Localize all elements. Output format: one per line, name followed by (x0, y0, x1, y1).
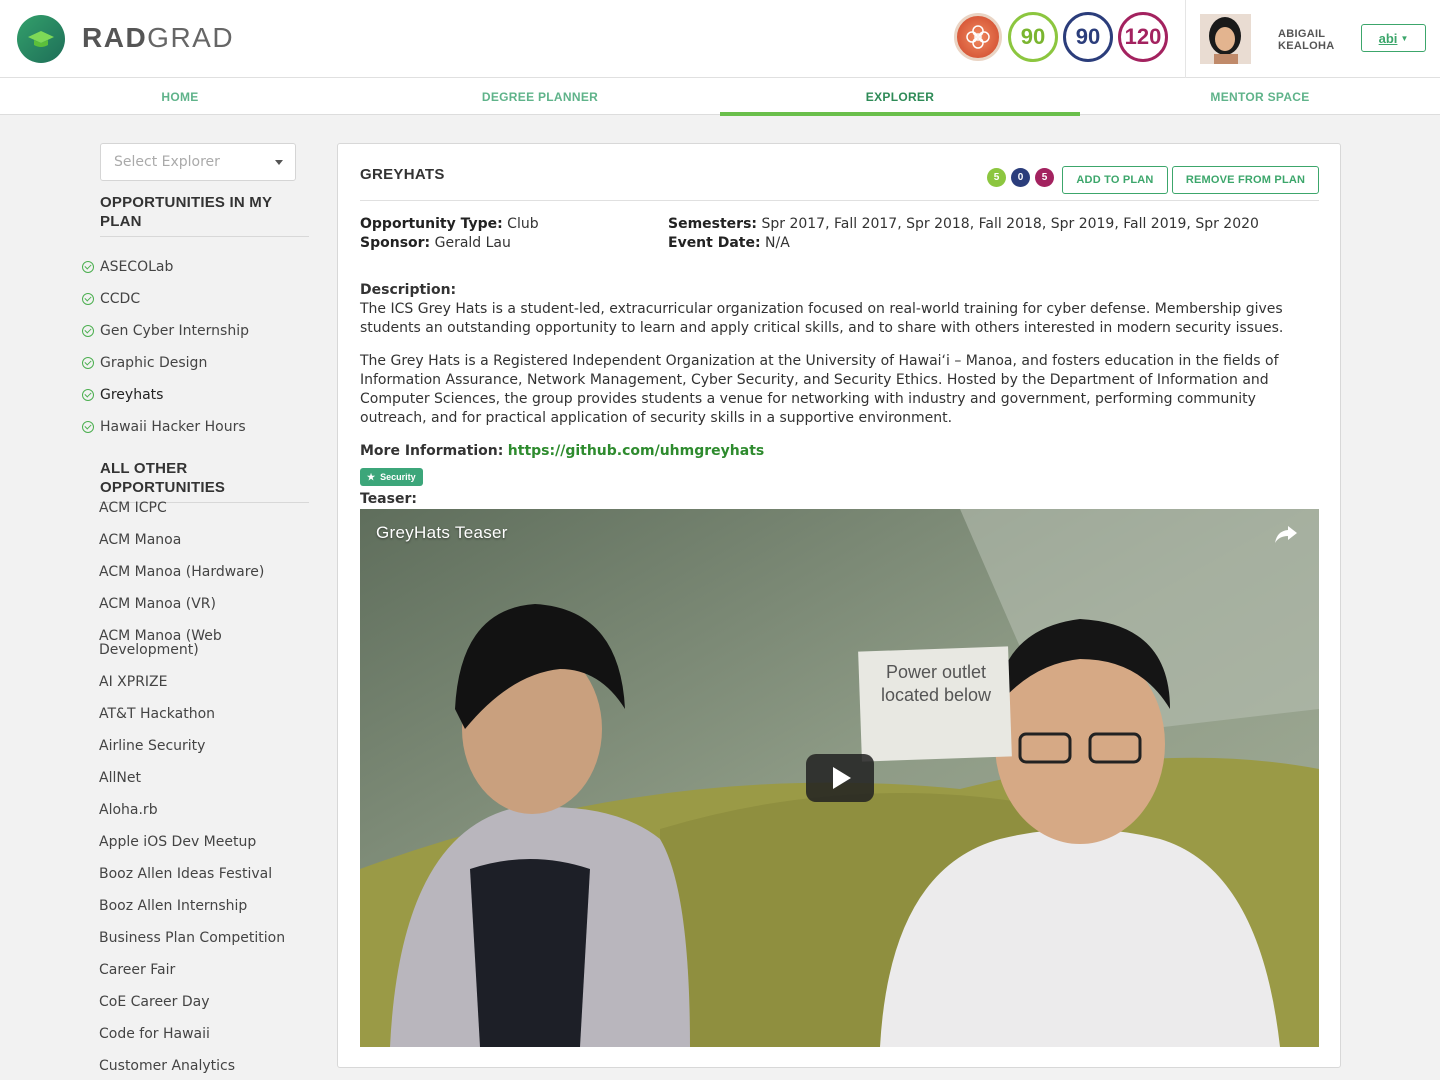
other-item[interactable]: Career Fair (99, 960, 309, 992)
star-icon: ★ (367, 471, 376, 482)
sponsor: Sponsor: Gerald Lau (360, 235, 511, 251)
description-label: Description: (360, 282, 457, 298)
innovation-score[interactable]: 90 (1008, 12, 1058, 62)
competency-score[interactable]: 90 (1063, 12, 1113, 62)
other-item[interactable]: AT&T Hackathon (99, 704, 309, 736)
plan-heading: OPPORTUNITIES IN MY PLAN (100, 193, 309, 237)
remove-from-plan-button[interactable]: REMOVE FROM PLAN (1172, 166, 1319, 194)
other-item[interactable]: Apple iOS Dev Meetup (99, 832, 309, 864)
plan-item[interactable]: CCDC (82, 283, 249, 315)
plan-item-current[interactable]: Greyhats (82, 379, 249, 411)
other-item[interactable]: Aloha.rb (99, 800, 309, 832)
teaser-video[interactable]: Power outlet located below GreyHats Tease… (360, 509, 1319, 1047)
more-information: More Information: https://github.com/uhm… (360, 443, 765, 459)
opportunity-panel: GREYHATS 5 0 5 ADD TO PLAN REMOVE FROM P… (337, 143, 1341, 1068)
avatar[interactable] (1200, 14, 1251, 64)
video-title[interactable]: GreyHats Teaser (376, 523, 508, 543)
header-divider (1185, 0, 1186, 78)
other-item[interactable]: ACM Manoa (VR) (99, 594, 309, 626)
other-item[interactable]: ACM Manoa (Hardware) (99, 562, 309, 594)
user-name: ABIGAIL KEALOHA (1278, 28, 1335, 52)
description-paragraph: The ICS Grey Hats is a student-led, extr… (360, 301, 1284, 336)
other-item[interactable]: Booz Allen Ideas Festival (99, 864, 309, 896)
share-icon[interactable] (1273, 521, 1299, 547)
caret-down-icon (275, 160, 283, 165)
play-button-icon[interactable] (806, 754, 874, 802)
other-item[interactable]: Booz Allen Internship (99, 896, 309, 928)
nav-degree-planner[interactable]: DEGREE PLANNER (360, 78, 720, 115)
power-outlet-sign-text: Power outlet located below (880, 662, 992, 705)
main-nav: HOME DEGREE PLANNER EXPLORER MENTOR SPAC… (0, 78, 1440, 116)
semesters: Semesters: Spr 2017, Fall 2017, Spr 2018… (668, 216, 1259, 232)
other-item[interactable]: Airline Security (99, 736, 309, 768)
app-header: RADGRAD 90 90 120 ABIGAIL KEALOHA abi ▼ (0, 0, 1440, 78)
divider (360, 200, 1319, 201)
other-item[interactable]: ACM Manoa (99, 530, 309, 562)
nav-home[interactable]: HOME (0, 78, 360, 115)
experience-points-badge: 5 (1035, 168, 1054, 187)
other-item[interactable]: ACM Manoa (Web Development) (99, 626, 309, 672)
explorer-select[interactable]: Select Explorer (100, 143, 296, 181)
plan-item[interactable]: Gen Cyber Internship (82, 315, 249, 347)
nav-explorer[interactable]: EXPLORER (720, 78, 1080, 116)
other-item[interactable]: ACM ICPC (99, 498, 309, 530)
more-info-link[interactable]: https://github.com/uhmgreyhats (508, 443, 764, 459)
interest-tag[interactable]: ★ Security (360, 468, 423, 486)
plan-list: ASECOLab CCDC Gen Cyber Internship Graph… (82, 251, 249, 443)
opportunity-title: GREYHATS (360, 166, 445, 183)
innovation-points-badge: 5 (987, 168, 1006, 187)
brand-name[interactable]: RADGRAD (82, 22, 234, 54)
check-circle-icon (82, 293, 94, 305)
other-item[interactable]: Business Plan Competition (99, 928, 309, 960)
other-item[interactable]: AllNet (99, 768, 309, 800)
description-paragraph: The Grey Hats is a Registered Independen… (360, 353, 1279, 426)
nav-mentor-space[interactable]: MENTOR SPACE (1080, 78, 1440, 115)
flower-badge-icon[interactable] (954, 13, 1002, 61)
caret-down-icon: ▼ (1400, 33, 1409, 43)
other-item[interactable]: CoE Career Day (99, 992, 309, 1024)
check-circle-icon (82, 357, 94, 369)
plan-item[interactable]: Graphic Design (82, 347, 249, 379)
check-circle-icon (82, 421, 94, 433)
check-circle-icon (82, 389, 94, 401)
user-menu-button[interactable]: abi ▼ (1361, 24, 1426, 52)
teaser-label: Teaser: (360, 491, 417, 507)
other-heading: ALL OTHER OPPORTUNITIES (100, 459, 309, 503)
experience-score[interactable]: 120 (1118, 12, 1168, 62)
other-item[interactable]: AI XPRIZE (99, 672, 309, 704)
other-list: ACM ICPC ACM Manoa ACM Manoa (Hardware) … (99, 498, 309, 1080)
other-item[interactable]: Code for Hawaii (99, 1024, 309, 1056)
other-item[interactable]: Customer Analytics (99, 1056, 309, 1080)
competency-points-badge: 0 (1011, 168, 1030, 187)
check-circle-icon (82, 325, 94, 337)
radgrad-logo-icon[interactable] (17, 15, 65, 63)
plan-item[interactable]: Hawaii Hacker Hours (82, 411, 249, 443)
opportunity-type: Opportunity Type: Club (360, 216, 539, 232)
add-to-plan-button[interactable]: ADD TO PLAN (1062, 166, 1168, 194)
plan-item[interactable]: ASECOLab (82, 251, 249, 283)
event-date: Event Date: N/A (668, 235, 790, 251)
check-circle-icon (82, 261, 94, 273)
